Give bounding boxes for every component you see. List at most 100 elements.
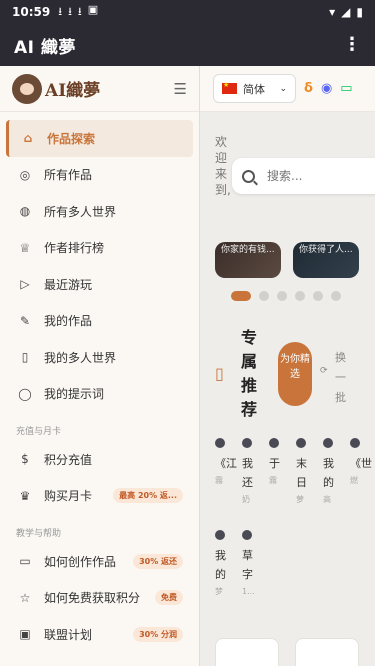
sidebar-item-label: 所有多人世界 bbox=[44, 204, 117, 219]
sidebar-item-my-prompts[interactable]: ◯ 我的提示词 bbox=[0, 376, 199, 413]
discord-icon[interactable]: ◉ bbox=[321, 81, 332, 96]
work-title: 我还 bbox=[242, 457, 253, 489]
main-content: 简体 ⌄ δ ◉ ▭ 欢迎来到, 你家的有钱... 你获得了人... ▯ 专属推… bbox=[200, 66, 375, 666]
search-box[interactable] bbox=[232, 158, 375, 194]
promo-badge: 最高 20% 返... bbox=[113, 488, 183, 504]
china-flag-icon bbox=[222, 81, 237, 94]
sidebar-item-how-create[interactable]: ▭ 如何创作作品 30% 返还 bbox=[0, 543, 199, 580]
sidebar-item-recent[interactable]: ▷ 最近游玩 bbox=[0, 266, 199, 303]
carousel-dot[interactable] bbox=[313, 291, 323, 301]
sidebar-header: AI織夢 ☰ bbox=[0, 66, 199, 112]
work-title: 我的 bbox=[215, 549, 226, 581]
carousel-dot[interactable] bbox=[331, 291, 341, 301]
chevron-down-icon: ⌄ bbox=[279, 83, 287, 94]
flame-icon[interactable]: δ bbox=[304, 81, 313, 96]
sidebar-item-label: 我的多人世界 bbox=[44, 350, 117, 365]
book-icon: ▯ bbox=[21, 350, 29, 365]
sidebar-item-my-works[interactable]: ✎ 我的作品 bbox=[0, 303, 199, 340]
overflow-menu-icon[interactable]: ⋮ bbox=[343, 36, 361, 54]
pencil-icon: ✎ bbox=[19, 313, 31, 328]
wifi-icon: ▾ bbox=[329, 5, 336, 19]
work-title: 《江 bbox=[215, 457, 237, 470]
sidebar-nav: ⌂ 作品探索 ◎ 所有作品 ◍ 所有多人世界 ♕ 作者排行榜 ▷ 最近游玩 ✎ … bbox=[0, 112, 199, 653]
sidebar-item-label: 如何创作作品 bbox=[44, 554, 117, 569]
line-icon[interactable]: ▭ bbox=[340, 81, 352, 96]
carousel-indicator[interactable] bbox=[231, 291, 341, 301]
work-item[interactable]: 我还 奶 bbox=[242, 438, 254, 508]
sidebar-item-monthly-card[interactable]: ♛ 购买月卡 最高 20% 返... bbox=[0, 478, 199, 515]
play-icon: ▷ bbox=[20, 277, 30, 292]
sidebar-toggle-icon[interactable]: ☰ bbox=[174, 80, 187, 98]
work-item[interactable]: 《江 霧 bbox=[215, 438, 237, 489]
status-bar: 10:59 ⭳ ⭳ ⭳ ▣ ▾ ◢ ▮ bbox=[0, 0, 375, 24]
sidebar-item-label: 作者排行榜 bbox=[44, 241, 105, 256]
sidebar-item-label: 最近游玩 bbox=[44, 277, 93, 292]
carousel-card[interactable]: 你家的有钱... bbox=[215, 242, 281, 278]
sidebar: AI織夢 ☰ ⌂ 作品探索 ◎ 所有作品 ◍ 所有多人世界 ♕ 作者排行榜 ▷ … bbox=[0, 66, 200, 666]
work-title: 于 bbox=[269, 457, 280, 470]
avatar bbox=[215, 530, 225, 540]
work-author: 1... bbox=[242, 587, 255, 596]
logo-mascot-icon bbox=[12, 73, 42, 104]
gift-icon: ▣ bbox=[19, 627, 31, 642]
avatar bbox=[242, 438, 252, 448]
sidebar-item-explore[interactable]: ⌂ 作品探索 bbox=[6, 120, 193, 157]
sidebar-item-all-works[interactable]: ◎ 所有作品 bbox=[0, 157, 199, 194]
carousel-dot[interactable] bbox=[277, 291, 287, 301]
avatar bbox=[215, 438, 225, 448]
work-item[interactable]: 草字 1... bbox=[242, 530, 255, 600]
sidebar-item-free-points[interactable]: ☆ 如何免费获取积分 免费 bbox=[0, 580, 199, 617]
language-select[interactable]: 简体 ⌄ bbox=[213, 74, 296, 103]
work-title: 我的 bbox=[323, 457, 334, 489]
content-card[interactable] bbox=[295, 638, 359, 666]
home-icon: ⌂ bbox=[23, 131, 33, 146]
trophy-icon: ♕ bbox=[19, 240, 31, 255]
avatar bbox=[323, 438, 333, 448]
sidebar-item-all-worlds[interactable]: ◍ 所有多人世界 bbox=[0, 193, 199, 230]
avatar bbox=[269, 438, 279, 448]
work-item[interactable]: 我的 梦 bbox=[215, 530, 227, 600]
sidebar-item-leaderboard[interactable]: ♕ 作者排行榜 bbox=[0, 230, 199, 267]
status-time: 10:59 bbox=[12, 5, 51, 19]
globe-icon: ◍ bbox=[19, 204, 31, 219]
sidebar-item-label: 所有作品 bbox=[44, 168, 93, 183]
promo-badge: 30% 分润 bbox=[133, 626, 183, 642]
work-item[interactable]: 《世 燃 bbox=[350, 438, 372, 489]
search-input[interactable] bbox=[267, 169, 367, 183]
featured-carousel[interactable]: 你家的有钱... 你获得了人... bbox=[215, 242, 375, 278]
carousel-card[interactable]: 你获得了人... bbox=[293, 242, 359, 278]
carousel-dot[interactable] bbox=[295, 291, 305, 301]
crown-icon: ♛ bbox=[19, 488, 31, 503]
work-item[interactable]: 我的 高 bbox=[323, 438, 335, 508]
content-card[interactable] bbox=[215, 638, 279, 666]
carousel-dot[interactable] bbox=[259, 291, 269, 301]
sidebar-item-my-worlds[interactable]: ▯ 我的多人世界 bbox=[0, 339, 199, 376]
compass-icon: ◎ bbox=[19, 167, 31, 182]
logo-text: AI織夢 bbox=[45, 81, 101, 101]
sidebar-item-affiliate[interactable]: ▣ 联盟计划 30% 分润 bbox=[0, 616, 199, 653]
carousel-dot-active[interactable] bbox=[231, 291, 251, 301]
sidebar-item-label: 积分充值 bbox=[44, 452, 93, 467]
section-heading-recharge: 充值与月卡 bbox=[16, 427, 62, 437]
work-item[interactable]: 末日 萝 bbox=[296, 438, 308, 508]
work-author: 高 bbox=[323, 495, 331, 504]
sidebar-item-recharge[interactable]: $ 积分充值 bbox=[0, 441, 199, 478]
app-title: AI 織夢 bbox=[14, 37, 76, 58]
logo[interactable]: AI織夢 bbox=[12, 73, 101, 104]
work-author: 梦 bbox=[215, 587, 223, 596]
section-heading-help: 教学与帮助 bbox=[16, 529, 62, 539]
download-icon: ⭳ bbox=[77, 4, 82, 18]
main-topbar: 简体 ⌄ δ ◉ ▭ bbox=[200, 66, 375, 112]
for-you-tab[interactable]: 为你精选 bbox=[278, 342, 312, 406]
refresh-icon[interactable]: ⟳ bbox=[320, 366, 328, 376]
avatar bbox=[296, 438, 306, 448]
system-icons: ▾ ◢ ▮ bbox=[329, 5, 363, 19]
change-batch-button[interactable]: 换一批 bbox=[335, 348, 347, 408]
sidebar-item-label: 联盟计划 bbox=[44, 627, 93, 642]
promo-badge: 30% 返还 bbox=[133, 553, 183, 569]
exclusive-title: 专属推荐 bbox=[241, 328, 258, 419]
work-title: 草字 bbox=[242, 549, 253, 581]
signal-icon: ◢ bbox=[341, 5, 351, 19]
work-item[interactable]: 于 霧 bbox=[269, 438, 281, 489]
coin-icon: $ bbox=[21, 452, 29, 467]
